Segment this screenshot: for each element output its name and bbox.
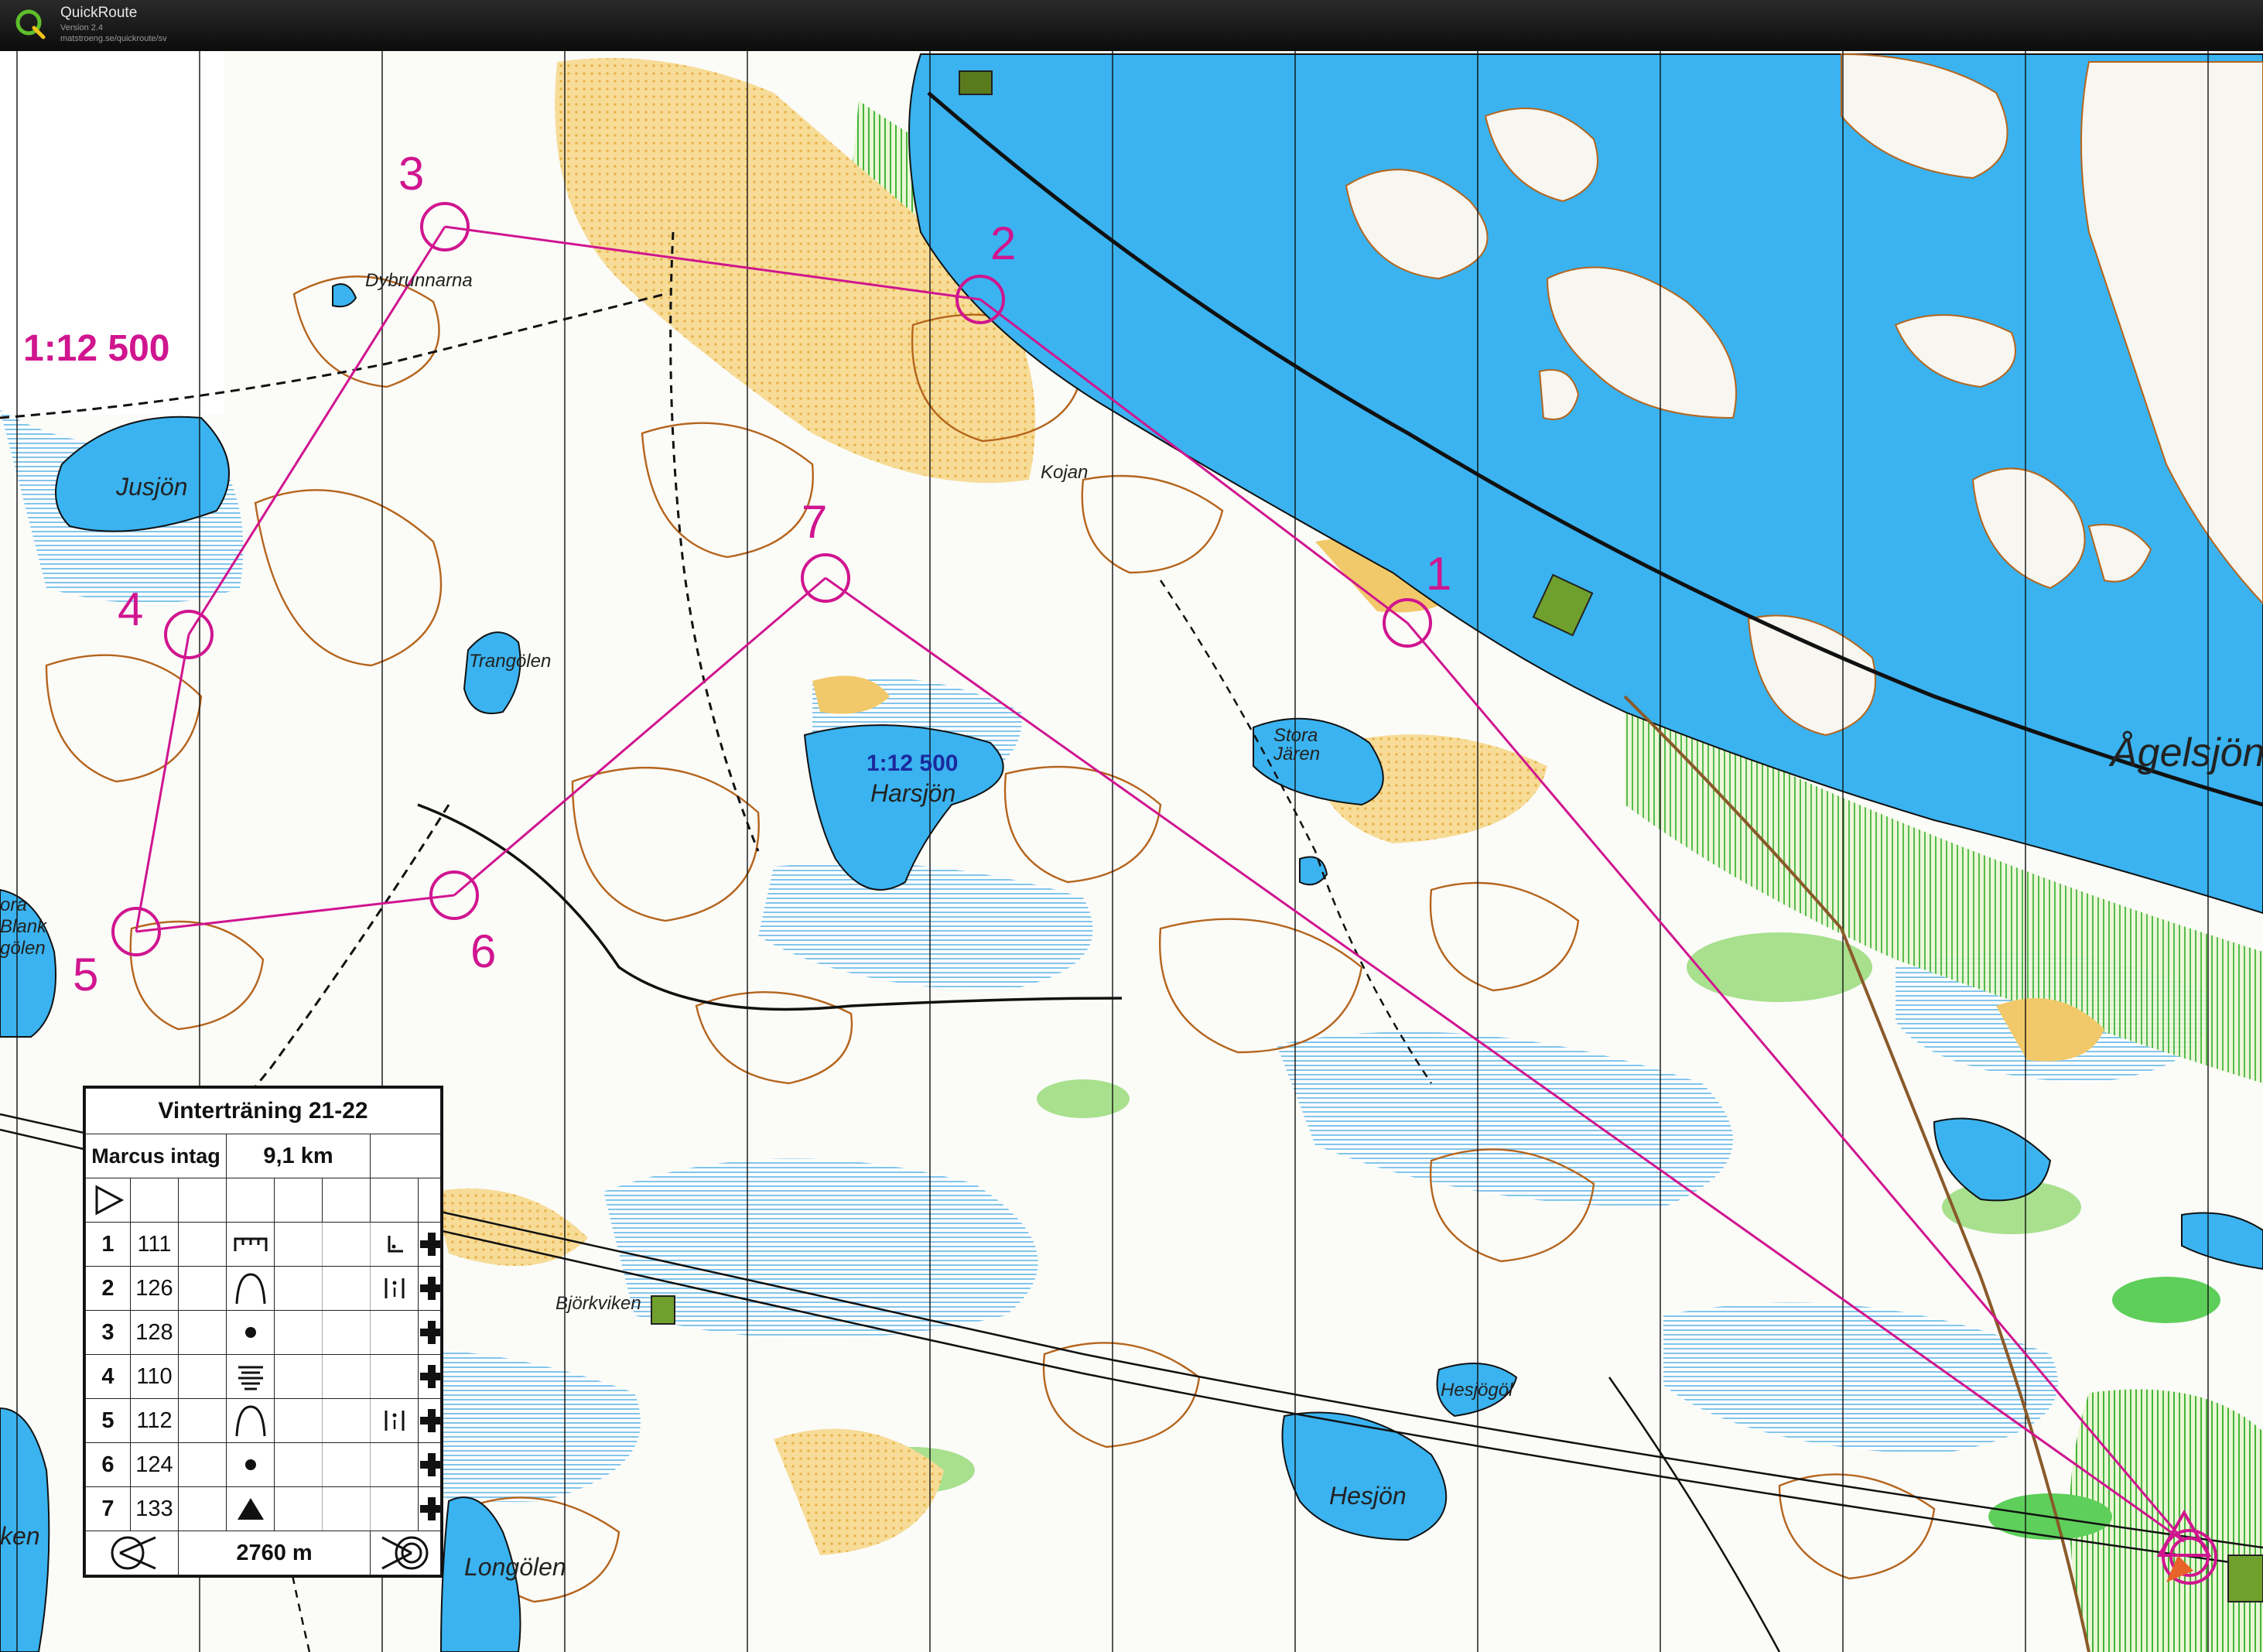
label-stora-blank-2: Blank xyxy=(0,916,48,937)
control-number-2: 2 xyxy=(990,217,1016,269)
row-code: 111 xyxy=(130,1222,179,1267)
event-title: Vinterträning 21-22 xyxy=(85,1088,441,1134)
app-title: QuickRoute xyxy=(60,5,138,21)
label-harsjon: Harsjön xyxy=(870,779,955,807)
finish-arrow-icon xyxy=(85,1531,179,1575)
label-longolen: Longölen xyxy=(464,1553,566,1581)
description-row-4: 4 110 xyxy=(85,1354,441,1399)
label-hesjon: Hesjön xyxy=(1329,1482,1407,1510)
scale-label: 1:12 500 xyxy=(23,328,170,369)
knoll-symbol-icon xyxy=(226,1266,275,1311)
title-bar: QuickRoute Version 2.4 matstroeng.se/qui… xyxy=(0,0,2263,51)
row-number: 2 xyxy=(85,1266,131,1311)
label-bjorkviken: Björkviken xyxy=(555,1293,641,1314)
row-code: 110 xyxy=(130,1354,179,1399)
row-code: 128 xyxy=(130,1310,179,1355)
first-aid-cross-icon xyxy=(418,1222,441,1267)
between-symbol-icon xyxy=(370,1398,419,1443)
dot-symbol-icon xyxy=(226,1442,275,1487)
control-number-1: 1 xyxy=(1426,548,1451,600)
app-url: matstroeng.se/quickroute/sv xyxy=(60,34,167,43)
label-jusjon: Jusjön xyxy=(115,473,188,501)
first-aid-cross-icon xyxy=(418,1354,441,1399)
row-number: 6 xyxy=(85,1442,131,1487)
row-number: 1 xyxy=(85,1222,131,1267)
terraces-symbol-icon xyxy=(226,1354,275,1399)
description-row-7: 7 133 xyxy=(85,1486,441,1531)
label-kojan: Kojan xyxy=(1041,462,1088,483)
row-code: 126 xyxy=(130,1266,179,1311)
row-code: 112 xyxy=(130,1398,179,1443)
first-aid-cross-icon xyxy=(418,1442,441,1487)
description-row-2: 2 126 xyxy=(85,1266,441,1311)
triangle-symbol-icon xyxy=(226,1486,275,1531)
first-aid-cross-icon xyxy=(418,1398,441,1443)
control-description-sheet: Vinterträning 21-22 Marcus intag 9,1 km … xyxy=(83,1086,443,1578)
row-code: 124 xyxy=(130,1442,179,1487)
description-row-3: 3 128 xyxy=(85,1310,441,1355)
control-number-4: 4 xyxy=(118,583,143,635)
between-symbol-icon xyxy=(370,1266,419,1311)
row-number: 7 xyxy=(85,1486,131,1531)
start-triangle-icon xyxy=(85,1178,131,1223)
label-stora-blank-1: ora xyxy=(0,894,27,915)
knoll-symbol-icon xyxy=(226,1398,275,1443)
label-dybrunnarna: Dybrunnarna xyxy=(365,270,473,291)
label-stora-jaren-1: Stora xyxy=(1273,725,1318,746)
control-number-3: 3 xyxy=(398,148,424,200)
corner-symbol-icon xyxy=(370,1222,419,1267)
description-row-5: 5 112 xyxy=(85,1398,441,1443)
ruin-symbol-icon xyxy=(226,1222,275,1267)
description-row-1: 1 111 xyxy=(85,1222,441,1267)
first-aid-cross-icon xyxy=(418,1266,441,1311)
scale-label-inner: 1:12 500 xyxy=(867,751,958,776)
row-number: 5 xyxy=(85,1398,131,1443)
quickroute-logo-icon xyxy=(15,9,46,39)
dot-symbol-icon xyxy=(226,1310,275,1355)
label-trangolen: Trangölen xyxy=(469,651,551,672)
control-number-6: 6 xyxy=(470,925,496,977)
finish-distance: 2760 m xyxy=(178,1531,371,1575)
row-number: 3 xyxy=(85,1310,131,1355)
course-name: Marcus intag xyxy=(85,1134,227,1178)
row-code: 133 xyxy=(130,1486,179,1531)
first-aid-cross-icon xyxy=(418,1310,441,1355)
app-version: Version 2.4 xyxy=(60,23,104,32)
row-number: 4 xyxy=(85,1354,131,1399)
label-agelsjon: Ågelsjön xyxy=(2108,730,2263,775)
course-length: 9,1 km xyxy=(226,1134,371,1178)
control-number-7: 7 xyxy=(802,496,827,548)
label-hesjogol: Hesjögöl xyxy=(1441,1380,1513,1401)
finish-circle-icon xyxy=(370,1531,441,1575)
description-row-6: 6 124 xyxy=(85,1442,441,1487)
label-viken: ken xyxy=(0,1522,40,1550)
first-aid-cross-icon xyxy=(418,1486,441,1531)
control-number-5: 5 xyxy=(73,949,98,1000)
label-stora-blank-3: gölen xyxy=(0,938,46,959)
label-stora-jaren-2: Jären xyxy=(1273,744,1320,764)
